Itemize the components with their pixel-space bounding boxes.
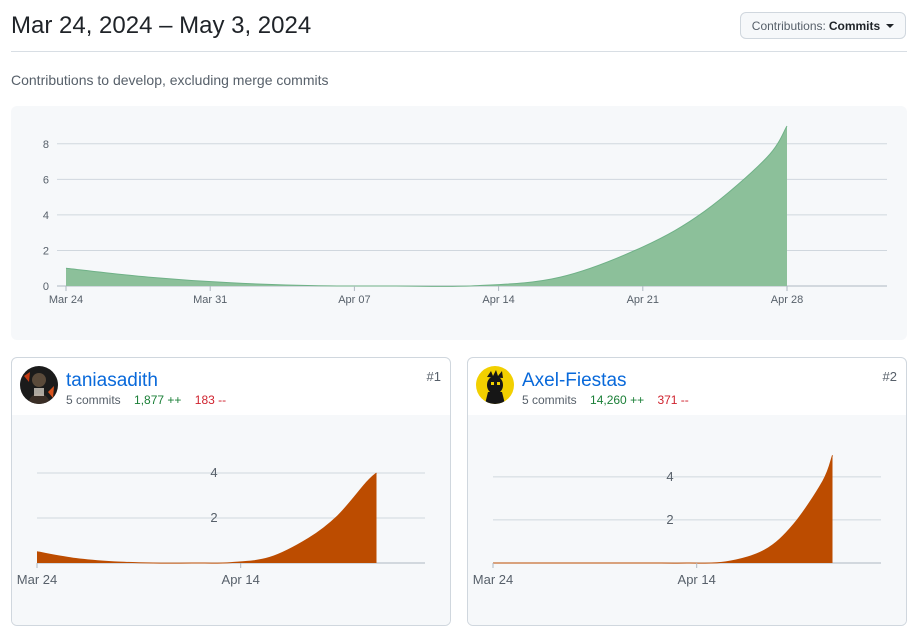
avatar[interactable] bbox=[476, 366, 514, 404]
chart-subtitle: Contributions to develop, excluding merg… bbox=[11, 72, 329, 88]
contributor-chart-svg: 2 4 Mar 24 Apr 14 bbox=[17, 465, 425, 587]
overall-contributions-chart: 0 2 4 6 8 Mar 24 Mar 31 Apr 07 Apr 14 Apr 21 Apr 2… bbox=[11, 106, 907, 340]
data-point bbox=[720, 556, 732, 568]
contributor-chart: 2 4 Mar 24 Apr 14 bbox=[468, 415, 906, 625]
contributor-rank: #1 bbox=[426, 369, 441, 384]
y-tick-label: 2 bbox=[666, 512, 673, 527]
data-point bbox=[827, 449, 839, 461]
contributor-username-link[interactable]: taniasadith bbox=[66, 370, 158, 392]
contributor-card-header: taniasadith 5 commits 1,877 ++ 183 -- #1 bbox=[12, 358, 450, 416]
commit-count[interactable]: 5 commits bbox=[522, 393, 577, 407]
data-point bbox=[699, 205, 711, 217]
data-point bbox=[186, 557, 198, 569]
overall-chart-svg: 0 2 4 6 8 Mar 24 Mar 31 Apr 07 Apr 14 Apr 21 Apr 2… bbox=[43, 120, 887, 306]
data-point bbox=[642, 557, 654, 569]
date-range-title: Mar 24, 2024 – May 3, 2024 bbox=[11, 12, 312, 39]
y-tick-label: 8 bbox=[43, 139, 49, 151]
deletions-count: 183 -- bbox=[194, 393, 227, 407]
header-divider bbox=[11, 51, 907, 52]
data-point bbox=[225, 277, 237, 289]
data-point bbox=[390, 280, 402, 292]
data-point bbox=[526, 557, 538, 569]
metric-prefix: Contributions: bbox=[751, 18, 826, 33]
x-tick-label: Apr 07 bbox=[338, 294, 370, 306]
data-point bbox=[142, 271, 154, 283]
additions-count: 14,260 ++ bbox=[590, 393, 645, 407]
x-tick-label: Mar 31 bbox=[193, 294, 227, 306]
contributor-card: taniasadith 5 commits 1,877 ++ 183 -- #1… bbox=[11, 357, 451, 626]
y-tick-label: 0 bbox=[43, 281, 49, 293]
x-tick-label: Apr 14 bbox=[482, 294, 514, 306]
data-point bbox=[109, 556, 121, 568]
additions-count: 1,877 ++ bbox=[134, 393, 182, 407]
data-point bbox=[332, 510, 344, 522]
data-point bbox=[681, 557, 693, 569]
contributor-chart-svg: 2 4 Mar 24 Apr 14 bbox=[473, 449, 881, 587]
contributor-rank: #2 bbox=[882, 369, 897, 384]
contributions-metric-dropdown[interactable]: Contributions: Commits bbox=[740, 12, 906, 39]
data-point bbox=[225, 557, 237, 569]
data-point bbox=[603, 557, 615, 569]
y-tick-label: 4 bbox=[666, 469, 673, 484]
x-tick-label: Apr 21 bbox=[627, 294, 659, 306]
data-point bbox=[361, 476, 373, 488]
deletions-count: 371 -- bbox=[657, 393, 689, 407]
data-point bbox=[70, 553, 82, 565]
x-tick-label: Apr 14 bbox=[678, 572, 716, 587]
data-point bbox=[788, 518, 800, 530]
y-tick-label: 2 bbox=[210, 510, 217, 525]
y-tick-label: 4 bbox=[43, 210, 49, 222]
x-tick-label: Apr 28 bbox=[771, 294, 803, 306]
contributor-chart: 2 4 Mar 24 Apr 14 bbox=[12, 415, 450, 625]
contributor-stats: 5 commits 14,260 ++ 371 -- bbox=[522, 393, 689, 407]
commit-count[interactable]: 5 commits bbox=[66, 393, 121, 407]
data-point bbox=[371, 467, 383, 479]
data-point bbox=[554, 271, 566, 283]
avatar[interactable] bbox=[20, 366, 58, 404]
x-tick-label: Apr 14 bbox=[222, 572, 260, 587]
series-area bbox=[493, 455, 833, 564]
y-tick-label: 6 bbox=[43, 174, 49, 186]
data-point bbox=[60, 262, 72, 274]
data-point bbox=[31, 546, 43, 558]
data-point bbox=[264, 551, 276, 563]
data-point bbox=[760, 152, 772, 164]
y-tick-label: 2 bbox=[43, 245, 49, 257]
data-point bbox=[817, 475, 829, 487]
contributor-card-header: Axel-Fiestas 5 commits 14,260 ++ 371 -- … bbox=[468, 358, 906, 416]
contributor-username-link[interactable]: Axel-Fiestas bbox=[522, 370, 627, 392]
x-tick-label: Mar 24 bbox=[17, 572, 57, 587]
series-area bbox=[66, 126, 787, 287]
data-point bbox=[303, 532, 315, 544]
contributor-stats: 5 commits 1,877 ++ 183 -- bbox=[66, 393, 226, 407]
x-tick-label: Mar 24 bbox=[473, 572, 513, 587]
data-point bbox=[472, 280, 484, 292]
contributor-card: Axel-Fiestas 5 commits 14,260 ++ 371 -- … bbox=[467, 357, 907, 626]
metric-value: Commits bbox=[828, 18, 881, 33]
data-point bbox=[781, 120, 793, 132]
data-point bbox=[637, 241, 649, 253]
data-point bbox=[565, 557, 577, 569]
data-point bbox=[147, 557, 159, 569]
data-point bbox=[307, 280, 319, 292]
x-tick-label: Mar 24 bbox=[49, 294, 83, 306]
y-tick-label: 4 bbox=[210, 465, 217, 480]
data-point bbox=[759, 544, 771, 556]
caret-down-icon bbox=[886, 23, 895, 28]
